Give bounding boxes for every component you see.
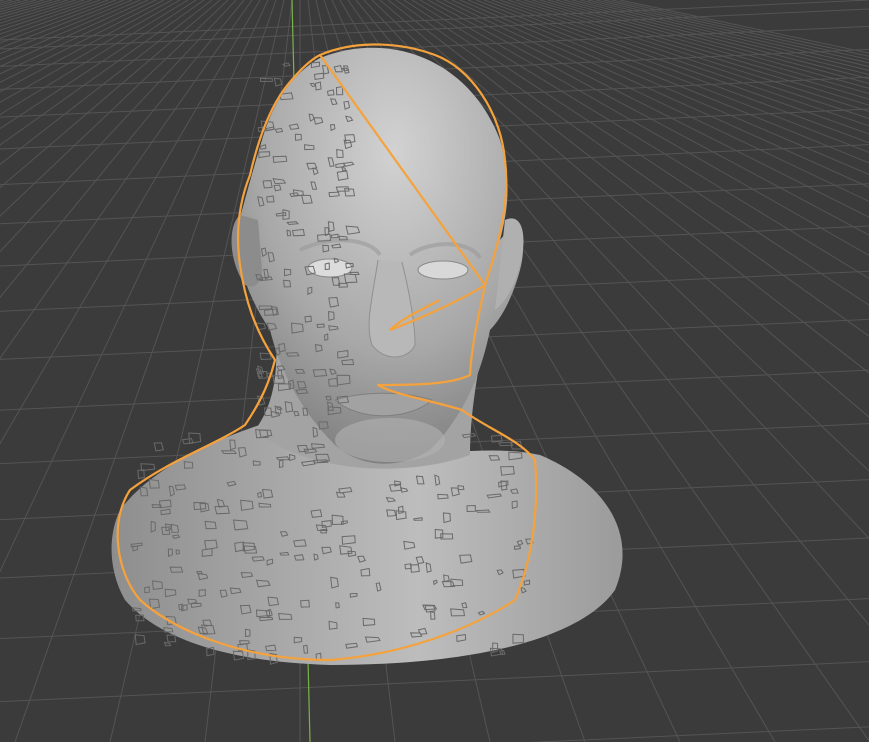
grid-line <box>0 661 869 703</box>
eye-right <box>417 260 469 280</box>
grid-line <box>0 0 93 31</box>
mesh-artifact <box>163 641 172 647</box>
grid-line <box>0 0 45 13</box>
grid-line <box>0 0 165 83</box>
mesh-artifact <box>134 634 146 646</box>
grid-line <box>0 0 21 6</box>
grid-line <box>0 0 133 55</box>
mesh-artifact <box>273 77 283 87</box>
grid-line <box>0 0 5 2</box>
mesh-artifact <box>188 432 202 444</box>
grid-line <box>0 0 117 44</box>
mesh-artifact <box>259 77 273 82</box>
mesh-artifact <box>181 437 194 445</box>
grid-line <box>528 726 869 742</box>
grid-line <box>0 8 869 50</box>
grid-line <box>0 0 29 8</box>
mesh-artifact <box>259 352 272 361</box>
grid-line <box>0 0 101 35</box>
grid-line <box>0 0 69 21</box>
grid-line <box>0 0 77 24</box>
grid-line <box>0 0 869 41</box>
mesh-artifact <box>166 634 177 643</box>
grid-line <box>0 0 61 18</box>
grid-line <box>0 0 125 49</box>
viewport-canvas[interactable] <box>0 0 869 742</box>
mesh-artifact <box>137 469 145 479</box>
mesh-artifact <box>153 442 164 452</box>
ear-left <box>231 215 262 287</box>
chin <box>335 418 445 462</box>
3d-viewport[interactable] <box>0 0 869 742</box>
